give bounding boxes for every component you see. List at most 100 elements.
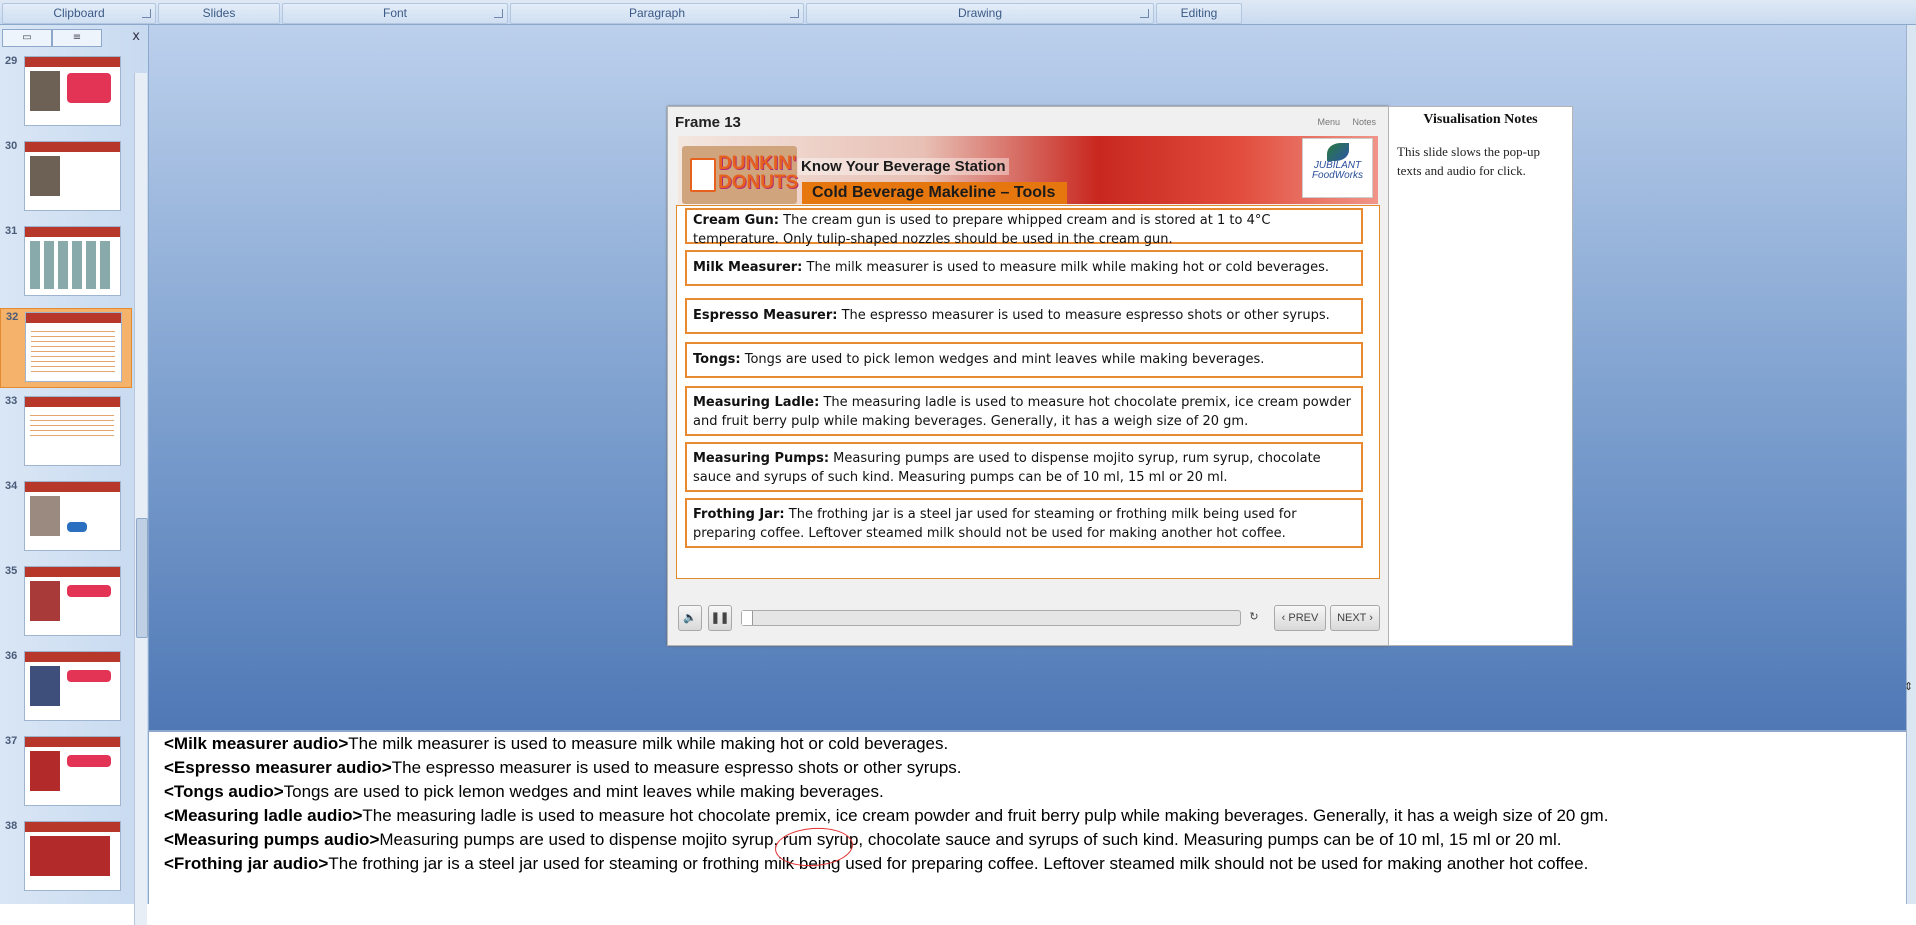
slide-preview <box>24 566 121 636</box>
slide-thumbnail-30[interactable]: 30 <box>0 138 130 216</box>
audio-text: Measuring pumps are used to dispense moj… <box>379 830 1562 849</box>
item-term: Espresso Measurer: <box>693 308 838 323</box>
slide-preview <box>24 481 121 551</box>
slide-thumbnail-29[interactable]: 29 <box>0 53 130 131</box>
slide-number: 34 <box>5 480 18 492</box>
audio-text: The espresso measurer is used to measure… <box>391 758 962 777</box>
audio-tag: <Espresso measurer audio> <box>164 758 392 777</box>
slide-thumbnail-33[interactable]: 33 <box>0 393 130 471</box>
slide-preview <box>24 226 121 296</box>
item-term: Milk Measurer: <box>693 260 803 275</box>
thumbnail-scrollbar[interactable] <box>134 73 148 925</box>
banner-heading: Cold Beverage Makeline – Tools <box>802 182 1067 204</box>
ribbon-group-label: Slides <box>202 6 236 20</box>
replay-button[interactable]: ↻ <box>1244 605 1264 629</box>
slide-number: 31 <box>5 225 18 237</box>
popup-measuring-ladle[interactable]: Measuring Ladle: The measuring ladle is … <box>685 386 1363 436</box>
item-text: Tongs are used to pick lemon wedges and … <box>740 352 1265 367</box>
dialog-launcher-icon[interactable] <box>494 9 503 18</box>
tab-outline[interactable]: ≡ <box>52 29 102 47</box>
ribbon-group-editing[interactable]: Editing <box>1156 3 1242 24</box>
slide-number: 32 <box>6 311 19 323</box>
slide-thumbnail-38[interactable]: 38 <box>0 818 130 896</box>
close-panel-icon[interactable]: x <box>132 29 140 44</box>
partner-name: JUBILANT FoodWorks <box>1311 160 1364 181</box>
slide-number: 37 <box>5 735 18 747</box>
pane-splitter-icon[interactable]: ⇕ <box>1904 680 1916 710</box>
slide-thumbnail-31[interactable]: 31 <box>0 223 130 301</box>
progress-bar[interactable] <box>741 610 1241 626</box>
item-term: Measuring Pumps: <box>693 451 830 466</box>
ribbon-group-label: Font <box>382 6 407 20</box>
audio-tag: <Measuring pumps audio> <box>164 830 380 849</box>
audio-tag: <Measuring ladle audio> <box>164 806 363 825</box>
popup-cream-gun[interactable]: Cream Gun: The cream gun is used to prep… <box>685 208 1363 247</box>
frame-title: Frame 13 <box>675 114 741 131</box>
item-term: Measuring Ladle: <box>693 395 820 410</box>
pause-button[interactable]: ❚❚ <box>708 605 732 631</box>
item-text: The cream gun is used to prepare whipped… <box>693 213 1271 247</box>
ribbon-group-label: Clipboard <box>53 6 105 20</box>
audio-text: The frothing jar is a steel jar used for… <box>328 854 1589 873</box>
popup-espresso-measurer[interactable]: Espresso Measurer: The espresso measurer… <box>685 298 1363 334</box>
audio-text: The measuring ladle is used to measure h… <box>362 806 1609 825</box>
slide-thumbnail-35[interactable]: 35 <box>0 563 130 641</box>
slide-thumbnail-36[interactable]: 36 <box>0 648 130 726</box>
popup-tongs[interactable]: Tongs: Tongs are used to pick lemon wedg… <box>685 342 1363 378</box>
slide-preview <box>24 821 121 891</box>
next-button[interactable]: NEXT › <box>1330 605 1380 631</box>
item-term: Cream Gun: <box>693 213 779 228</box>
item-text: The espresso measurer is used to measure… <box>837 308 1330 323</box>
slide-thumbnail-37[interactable]: 37 <box>0 733 130 811</box>
slide-preview <box>24 651 121 721</box>
storyboard-frame[interactable]: Frame 13 Menu Notes DUNKIN' DONUTS Know … <box>667 106 1389 646</box>
visualisation-notes-title: Visualisation Notes <box>1423 112 1538 127</box>
slide-thumbnail-34[interactable]: 34 <box>0 478 130 556</box>
dialog-launcher-icon[interactable] <box>142 9 151 18</box>
ribbon-group-label: Drawing <box>957 6 1002 20</box>
ribbon-group-drawing[interactable]: Drawing <box>806 3 1154 24</box>
slide-number: 29 <box>5 55 18 67</box>
ribbon-group-label: Paragraph <box>628 6 686 20</box>
audio-tag: <Milk measurer audio> <box>164 734 349 753</box>
ribbon-group-font[interactable]: Font <box>282 3 508 24</box>
audio-tag: <Frothing jar audio> <box>164 854 329 873</box>
visualisation-notes-panel: Visualisation Notes This slide slows the… <box>1388 106 1573 646</box>
slide-preview <box>24 396 121 466</box>
tab-slides[interactable]: ▭ <box>2 29 52 47</box>
volume-button[interactable]: 🔈 <box>678 605 702 631</box>
slide-thumbnail-32[interactable]: 32 <box>0 308 132 388</box>
popup-milk-measurer[interactable]: Milk Measurer: The milk measurer is used… <box>685 250 1363 286</box>
slides-panel: ▭ ≡ x 29 30 31 32 33 34 35 36 37 38 <box>0 25 149 925</box>
menu-link[interactable]: Menu <box>1317 117 1340 127</box>
notes-link[interactable]: Notes <box>1352 117 1376 127</box>
replay-icon: ↻ <box>1249 611 1259 623</box>
progress-fill <box>742 611 753 625</box>
scrollbar-thumb[interactable] <box>136 518 148 638</box>
notes-line: <Tongs audio>Tongs are used to pick lemo… <box>164 780 884 804</box>
prev-button[interactable]: ‹ PREV <box>1274 605 1326 631</box>
audio-tag: <Tongs audio> <box>164 782 284 801</box>
dialog-launcher-icon[interactable] <box>1140 9 1149 18</box>
item-term: Tongs: <box>693 352 741 367</box>
dunkin-donuts-logo: DUNKIN' DONUTS <box>682 146 798 204</box>
slide-preview <box>24 141 121 211</box>
slide-number: 30 <box>5 140 18 152</box>
ribbon-group-label: Editing <box>1180 6 1218 20</box>
ribbon-group-slides[interactable]: Slides <box>158 3 280 24</box>
ribbon-group-clipboard[interactable]: Clipboard <box>2 3 156 24</box>
slide-number: 36 <box>5 650 18 662</box>
item-text: The milk measurer is used to measure mil… <box>802 260 1330 275</box>
item-term: Frothing Jar: <box>693 507 785 522</box>
ribbon-group-paragraph[interactable]: Paragraph <box>510 3 804 24</box>
notes-line: <Measuring pumps audio>Measuring pumps a… <box>164 828 1561 852</box>
dialog-launcher-icon[interactable] <box>790 9 799 18</box>
popup-measuring-pumps[interactable]: Measuring Pumps: Measuring pumps are use… <box>685 442 1363 492</box>
speaker-notes-pane[interactable]: <Milk measurer audio>The milk measurer i… <box>149 730 1906 906</box>
slide-scrollbar[interactable] <box>1906 25 1916 904</box>
slide-number: 35 <box>5 565 18 577</box>
popup-frothing-jar[interactable]: Frothing Jar: The frothing jar is a stee… <box>685 498 1363 548</box>
content-area: Cream Gun: The cream gun is used to prep… <box>676 205 1380 579</box>
audio-text: Tongs are used to pick lemon wedges and … <box>283 782 884 801</box>
panel-tabs: ▭ ≡ x <box>0 27 148 47</box>
